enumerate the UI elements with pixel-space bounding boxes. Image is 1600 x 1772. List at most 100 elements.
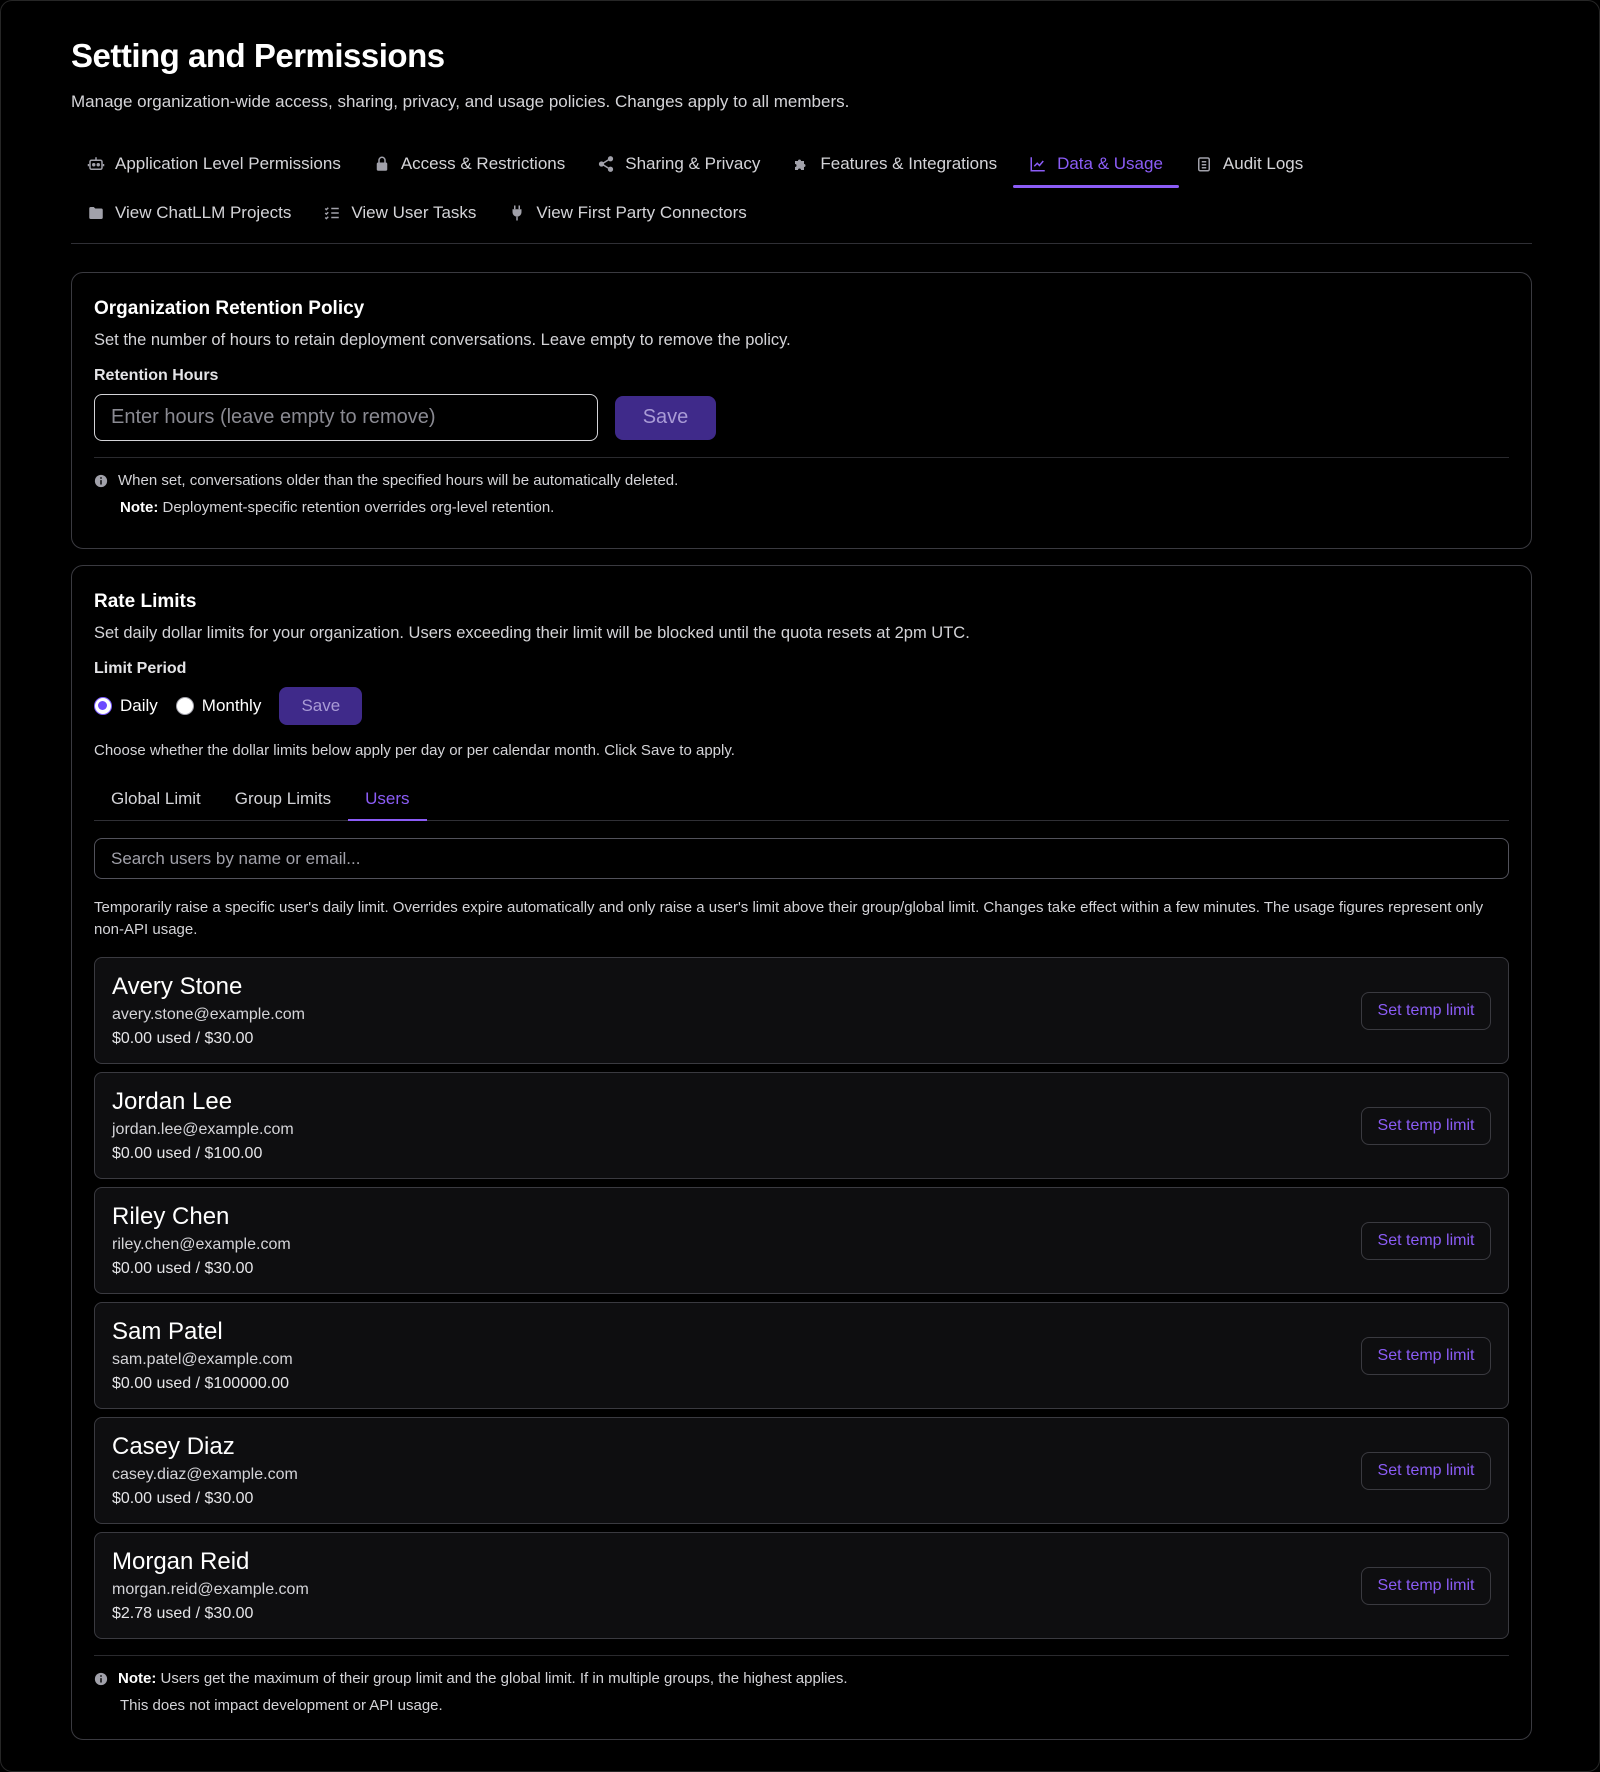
set-temp-limit-button[interactable]: Set temp limit — [1361, 1222, 1491, 1260]
user-row: Casey Diaz casey.diaz@example.com $0.00 … — [94, 1417, 1509, 1524]
set-temp-limit-button[interactable]: Set temp limit — [1361, 1567, 1491, 1605]
user-usage: $0.00 used / $30.00 — [112, 1490, 254, 1507]
user-email: casey.diaz@example.com — [112, 1466, 298, 1483]
user-name: Morgan Reid — [112, 1548, 250, 1575]
info-icon — [94, 1672, 108, 1685]
clipboard-icon — [1197, 156, 1210, 171]
period-save-button[interactable]: Save — [279, 687, 363, 725]
users-description: Temporarily raise a specific user's dail… — [94, 899, 1484, 938]
rate-limits-footnote: Note: Users get the maximum of their gro… — [94, 1655, 1509, 1714]
user-email: riley.chen@example.com — [112, 1236, 291, 1253]
footnote-line-2: This does not impact development or API … — [120, 1697, 443, 1714]
note-label: Note: — [118, 1670, 157, 1687]
tab-audit-logs[interactable]: Audit Logs — [1179, 141, 1319, 186]
tab-application-level-permissions[interactable]: Application Level Permissions — [71, 141, 357, 186]
user-name: Sam Patel — [112, 1318, 223, 1345]
user-email: jordan.lee@example.com — [112, 1121, 294, 1138]
user-row: Sam Patel sam.patel@example.com $0.00 us… — [94, 1302, 1509, 1409]
subtab-users[interactable]: Users — [348, 777, 427, 821]
user-row: Avery Stone avery.stone@example.com $0.0… — [94, 957, 1509, 1064]
rate-limits-title: Rate Limits — [94, 591, 197, 612]
retention-info: When set, conversations older than the s… — [94, 472, 1509, 489]
user-row: Morgan Reid morgan.reid@example.com $2.7… — [94, 1532, 1509, 1639]
rate-limit-subtabs: Global Limit Group Limits Users — [94, 777, 1509, 821]
tab-label: Features & Integrations — [820, 153, 998, 173]
user-search-input[interactable] — [94, 838, 1509, 879]
user-email: morgan.reid@example.com — [112, 1581, 309, 1598]
rate-limits-card: Rate Limits Set daily dollar limits for … — [71, 565, 1532, 1740]
tab-label: Sharing & Privacy — [625, 153, 761, 173]
puzzle-icon — [795, 159, 806, 170]
tab-label: Data & Usage — [1057, 153, 1163, 173]
tab-label: View ChatLLM Projects — [115, 202, 292, 222]
radio-monthly-indicator[interactable] — [175, 697, 194, 715]
subtab-group-limits[interactable]: Group Limits — [218, 777, 348, 820]
retention-description: Set the number of hours to retain deploy… — [94, 331, 791, 349]
plug-icon — [512, 205, 522, 220]
tab-data-usage[interactable]: Data & Usage — [1013, 141, 1179, 188]
user-email: avery.stone@example.com — [112, 1006, 305, 1023]
user-usage: $2.78 used / $30.00 — [112, 1605, 254, 1622]
tabs-row-2: View ChatLLM Projects View User Tasks Vi… — [71, 190, 1532, 239]
footnote-line-1: Note: Users get the maximum of their gro… — [94, 1670, 1509, 1687]
user-usage: $0.00 used / $30.00 — [112, 1260, 254, 1277]
radio-daily[interactable]: Daily — [94, 696, 158, 716]
radio-daily-indicator[interactable] — [94, 697, 112, 715]
retention-hours-input[interactable] — [94, 394, 598, 441]
tab-label: View First Party Connectors — [536, 202, 747, 222]
limit-period-label: Limit Period — [94, 660, 187, 677]
info-icon — [94, 474, 108, 487]
retention-save-button[interactable]: Save — [615, 395, 716, 440]
settings-tabs: Application Level Permissions Access & R… — [71, 141, 1532, 244]
user-list: Avery Stone avery.stone@example.com $0.0… — [94, 957, 1509, 1639]
user-usage: $0.00 used / $100.00 — [112, 1145, 263, 1162]
radio-daily-label: Daily — [120, 696, 158, 715]
note-text: Deployment-specific retention overrides … — [158, 499, 555, 516]
retention-info-text: When set, conversations older than the s… — [118, 472, 679, 489]
tab-features-integrations[interactable]: Features & Integrations — [776, 141, 1013, 186]
tab-view-chatllm-projects[interactable]: View ChatLLM Projects — [71, 190, 307, 235]
lock-icon — [376, 156, 388, 171]
tab-label: Audit Logs — [1222, 153, 1304, 173]
tabs-row-1: Application Level Permissions Access & R… — [71, 141, 1532, 190]
user-name: Casey Diaz — [112, 1433, 235, 1460]
rate-limits-description: Set daily dollar limits for your organiz… — [94, 624, 970, 642]
subtab-global-limit[interactable]: Global Limit — [94, 777, 218, 820]
retention-note: Note: Deployment-specific retention over… — [120, 499, 1509, 516]
user-row: Riley Chen riley.chen@example.com $0.00 … — [94, 1187, 1509, 1294]
page-title: Setting and Permissions — [71, 37, 445, 74]
set-temp-limit-button[interactable]: Set temp limit — [1361, 1337, 1491, 1375]
retention-hours-label: Retention Hours — [94, 367, 219, 384]
tab-sharing-privacy[interactable]: Sharing & Privacy — [581, 141, 776, 186]
tab-label: Application Level Permissions — [115, 153, 341, 173]
robot-icon — [87, 156, 105, 170]
tab-label: View User Tasks — [351, 202, 477, 222]
retention-policy-card: Organization Retention Policy Set the nu… — [71, 272, 1532, 549]
list-check-icon — [325, 206, 340, 220]
retention-title: Organization Retention Policy — [94, 298, 365, 319]
retention-input-row: Save — [94, 394, 1509, 441]
tab-view-first-party-connectors[interactable]: View First Party Connectors — [492, 190, 762, 235]
folder-icon — [89, 206, 103, 219]
user-name: Avery Stone — [112, 973, 243, 1000]
user-name: Riley Chen — [112, 1203, 230, 1230]
chart-line-icon — [1030, 156, 1045, 171]
user-usage: $0.00 used / $100000.00 — [112, 1375, 290, 1392]
page-subtitle: Manage organization-wide access, sharing… — [71, 92, 850, 111]
app-window: Setting and Permissions Manage organizat… — [0, 0, 1600, 1772]
user-usage: $0.00 used / $30.00 — [112, 1030, 254, 1047]
set-temp-limit-button[interactable]: Set temp limit — [1361, 1107, 1491, 1145]
set-temp-limit-button[interactable]: Set temp limit — [1361, 1452, 1491, 1490]
divider — [94, 457, 1509, 458]
user-name: Jordan Lee — [112, 1088, 233, 1115]
radio-monthly-label: Monthly — [201, 696, 262, 715]
note-label: Note: — [120, 499, 159, 516]
radio-monthly[interactable]: Monthly — [175, 696, 262, 716]
tab-view-user-tasks[interactable]: View User Tasks — [307, 190, 492, 235]
tab-label: Access & Restrictions — [400, 153, 566, 173]
tab-access-restrictions[interactable]: Access & Restrictions — [357, 141, 581, 186]
set-temp-limit-button[interactable]: Set temp limit — [1361, 992, 1491, 1030]
user-email: sam.patel@example.com — [112, 1351, 293, 1368]
period-hint: Choose whether the dollar limits below a… — [94, 742, 735, 759]
limit-period-row: Daily Monthly Save — [94, 687, 1509, 725]
